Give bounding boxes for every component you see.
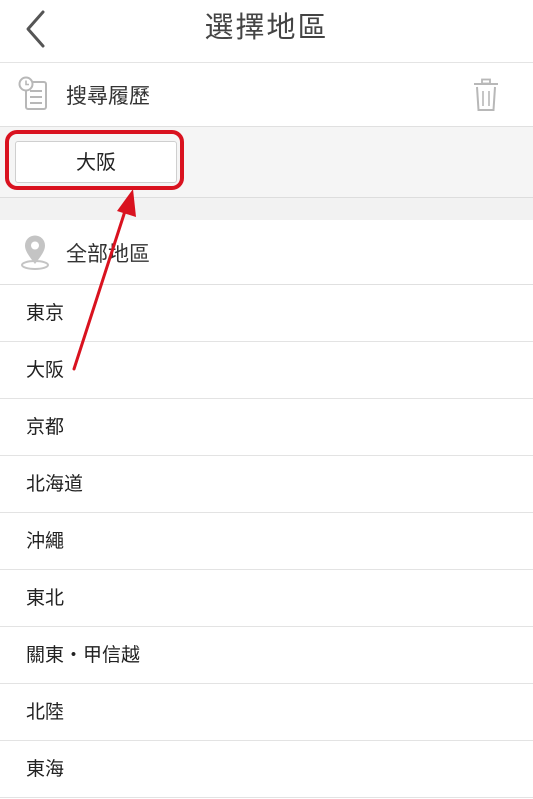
chevron-left-icon	[26, 10, 45, 48]
all-regions-header: 全部地區	[0, 220, 533, 285]
region-item-tokai[interactable]: 東海	[0, 741, 533, 798]
region-item-hokkaido[interactable]: 北海道	[0, 456, 533, 513]
region-item-osaka[interactable]: 大阪	[0, 342, 533, 399]
history-list-icon	[18, 76, 47, 110]
location-pin-icon	[21, 235, 49, 270]
history-items: 大阪	[0, 127, 533, 198]
all-regions-title: 全部地區	[66, 242, 150, 266]
region-item-tokyo[interactable]: 東京	[0, 285, 533, 342]
region-item-okinawa[interactable]: 沖繩	[0, 513, 533, 570]
history-title: 搜尋履歷	[66, 84, 150, 108]
page-title: 選擇地區	[204, 10, 329, 44]
region-item-hokuriku[interactable]: 北陸	[0, 684, 533, 741]
trash-icon[interactable]	[472, 78, 500, 112]
region-item-kanto-koshinetsu[interactable]: 關東・甲信越	[0, 627, 533, 684]
history-section-header: 搜尋履歷	[0, 63, 533, 127]
region-list: 東京 大阪 京都 北海道 沖繩 東北 關東・甲信越 北陸 東海	[0, 285, 533, 798]
section-divider	[0, 198, 533, 220]
nav-bar: 選擇地區	[0, 0, 533, 63]
region-item-kyoto[interactable]: 京都	[0, 399, 533, 456]
region-item-tohoku[interactable]: 東北	[0, 570, 533, 627]
back-button[interactable]	[14, 6, 58, 52]
annotation-highlight-box	[5, 130, 184, 190]
region-select-screen: 選擇地區 搜尋履歷 大阪 全部地區 東京 大阪 京都 北海道 沖繩 東北 關東・…	[0, 0, 533, 799]
